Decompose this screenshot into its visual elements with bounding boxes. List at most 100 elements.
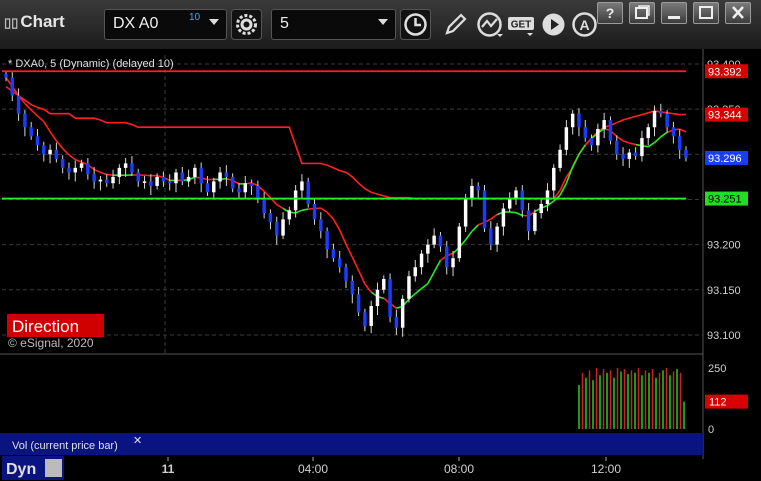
maximize-window-button[interactable] — [693, 2, 719, 24]
dyn-label: Dyn — [6, 461, 36, 478]
candle-body — [470, 185, 474, 200]
alert-icon[interactable]: A — [569, 9, 600, 40]
candle-body — [539, 204, 543, 214]
candle-body — [293, 190, 298, 211]
candle-body — [533, 213, 537, 232]
candle-body — [142, 181, 147, 183]
play-icon[interactable] — [538, 9, 569, 40]
candle-body — [48, 149, 52, 155]
restore-window-button[interactable] — [629, 2, 655, 24]
candle-body — [684, 149, 688, 158]
candle-body — [463, 199, 468, 227]
candle-body — [54, 149, 59, 159]
close-icon — [732, 6, 744, 19]
candle-body — [520, 190, 525, 211]
svg-text:A: A — [579, 17, 589, 33]
studies-icon[interactable] — [474, 9, 505, 40]
candle-body — [300, 181, 304, 191]
candle-body — [476, 185, 480, 191]
get-data-icon[interactable]: GET — [506, 9, 537, 40]
candle-body — [60, 158, 65, 168]
time-tick-label: 08:00 — [444, 462, 474, 476]
symbol-input[interactable]: DX A0 10 — [104, 9, 227, 40]
price-tick-label: 93.100 — [707, 330, 741, 342]
candle-body — [312, 204, 317, 220]
candle-body — [633, 152, 638, 157]
candle-body — [558, 149, 562, 168]
time-tick-label: 11 — [162, 462, 175, 476]
svg-text:GET: GET — [511, 20, 532, 31]
price-marker-label: 93.296 — [708, 153, 742, 165]
candle-body — [92, 174, 96, 182]
candle-body — [199, 167, 203, 184]
interval-input[interactable]: 5 — [271, 9, 396, 40]
candle-body — [615, 140, 619, 155]
minimize-icon — [668, 16, 680, 19]
dyn-settings-icon[interactable] — [45, 459, 62, 477]
candle-body — [256, 185, 260, 200]
candle-body — [186, 176, 191, 182]
candle-body — [42, 145, 46, 155]
candle-body — [407, 276, 411, 299]
candle-body — [665, 113, 669, 128]
candle-body — [218, 172, 222, 182]
candle-body — [671, 127, 676, 137]
candle-body — [577, 113, 581, 128]
candle-body — [331, 249, 336, 259]
candle-body — [394, 316, 399, 328]
candle-body — [4, 73, 8, 78]
candle-body — [111, 176, 115, 184]
candle-body — [608, 120, 613, 141]
price-chart[interactable]: 93.40093.35093.30093.25093.20093.15093.1… — [0, 49, 761, 481]
candle-body — [10, 77, 15, 96]
candle-body — [652, 110, 657, 128]
close-window-button[interactable] — [725, 2, 751, 24]
toolbar: ▯▯ Chart DX A0 10 5 GET A ? — [0, 0, 761, 49]
candle-body — [589, 138, 594, 146]
volume-pane-close-icon[interactable]: ✕ — [133, 435, 142, 447]
candle-body — [570, 113, 575, 128]
candle-body — [482, 190, 487, 229]
candle-body — [167, 181, 172, 184]
clock-icon[interactable] — [400, 9, 431, 40]
volume-tick-label: 0 — [708, 424, 714, 436]
chart-area[interactable]: 93.40093.35093.30093.25093.20093.15093.1… — [0, 49, 761, 481]
candle-body — [117, 167, 122, 177]
candle-body — [180, 172, 185, 182]
candle-body — [583, 127, 587, 139]
candle-body — [306, 181, 310, 204]
interval-dropdown-icon[interactable] — [378, 19, 388, 25]
symbol-dropdown-icon[interactable] — [209, 19, 219, 25]
candle-body — [413, 267, 417, 277]
volume-marker-label: 112 — [709, 397, 727, 409]
pencil-draw-icon[interactable] — [440, 9, 471, 40]
candle-body — [86, 163, 90, 175]
maximize-icon — [699, 6, 713, 19]
help-window-button[interactable]: ? — [597, 2, 623, 24]
price-marker-label: 93.392 — [708, 66, 742, 78]
candle-body — [621, 154, 625, 159]
candle-body — [438, 235, 443, 247]
candle-body — [545, 190, 550, 204]
candle-body — [419, 253, 424, 268]
candle-body — [287, 210, 292, 220]
time-tick-label: 04:00 — [298, 462, 328, 476]
candle-body — [659, 110, 663, 114]
settings-gear-icon[interactable] — [231, 9, 262, 40]
candle-body — [400, 298, 405, 328]
candle-body — [136, 172, 140, 182]
candle-body — [275, 222, 279, 236]
candle-body — [627, 152, 632, 159]
candle-body — [281, 219, 285, 236]
candle-body — [596, 129, 600, 146]
candle-body — [350, 280, 355, 295]
chart-window-icon[interactable]: ▯▯ — [4, 15, 18, 30]
candle-body — [123, 163, 128, 168]
candle-body — [640, 138, 644, 157]
candle-body — [495, 226, 499, 245]
candle-body — [73, 167, 77, 173]
candle-body — [79, 163, 84, 168]
minimize-window-button[interactable] — [661, 2, 687, 24]
chart-title: ▯▯ Chart — [4, 12, 65, 32]
volume-pane-label: Vol (current price bar) — [12, 440, 118, 452]
